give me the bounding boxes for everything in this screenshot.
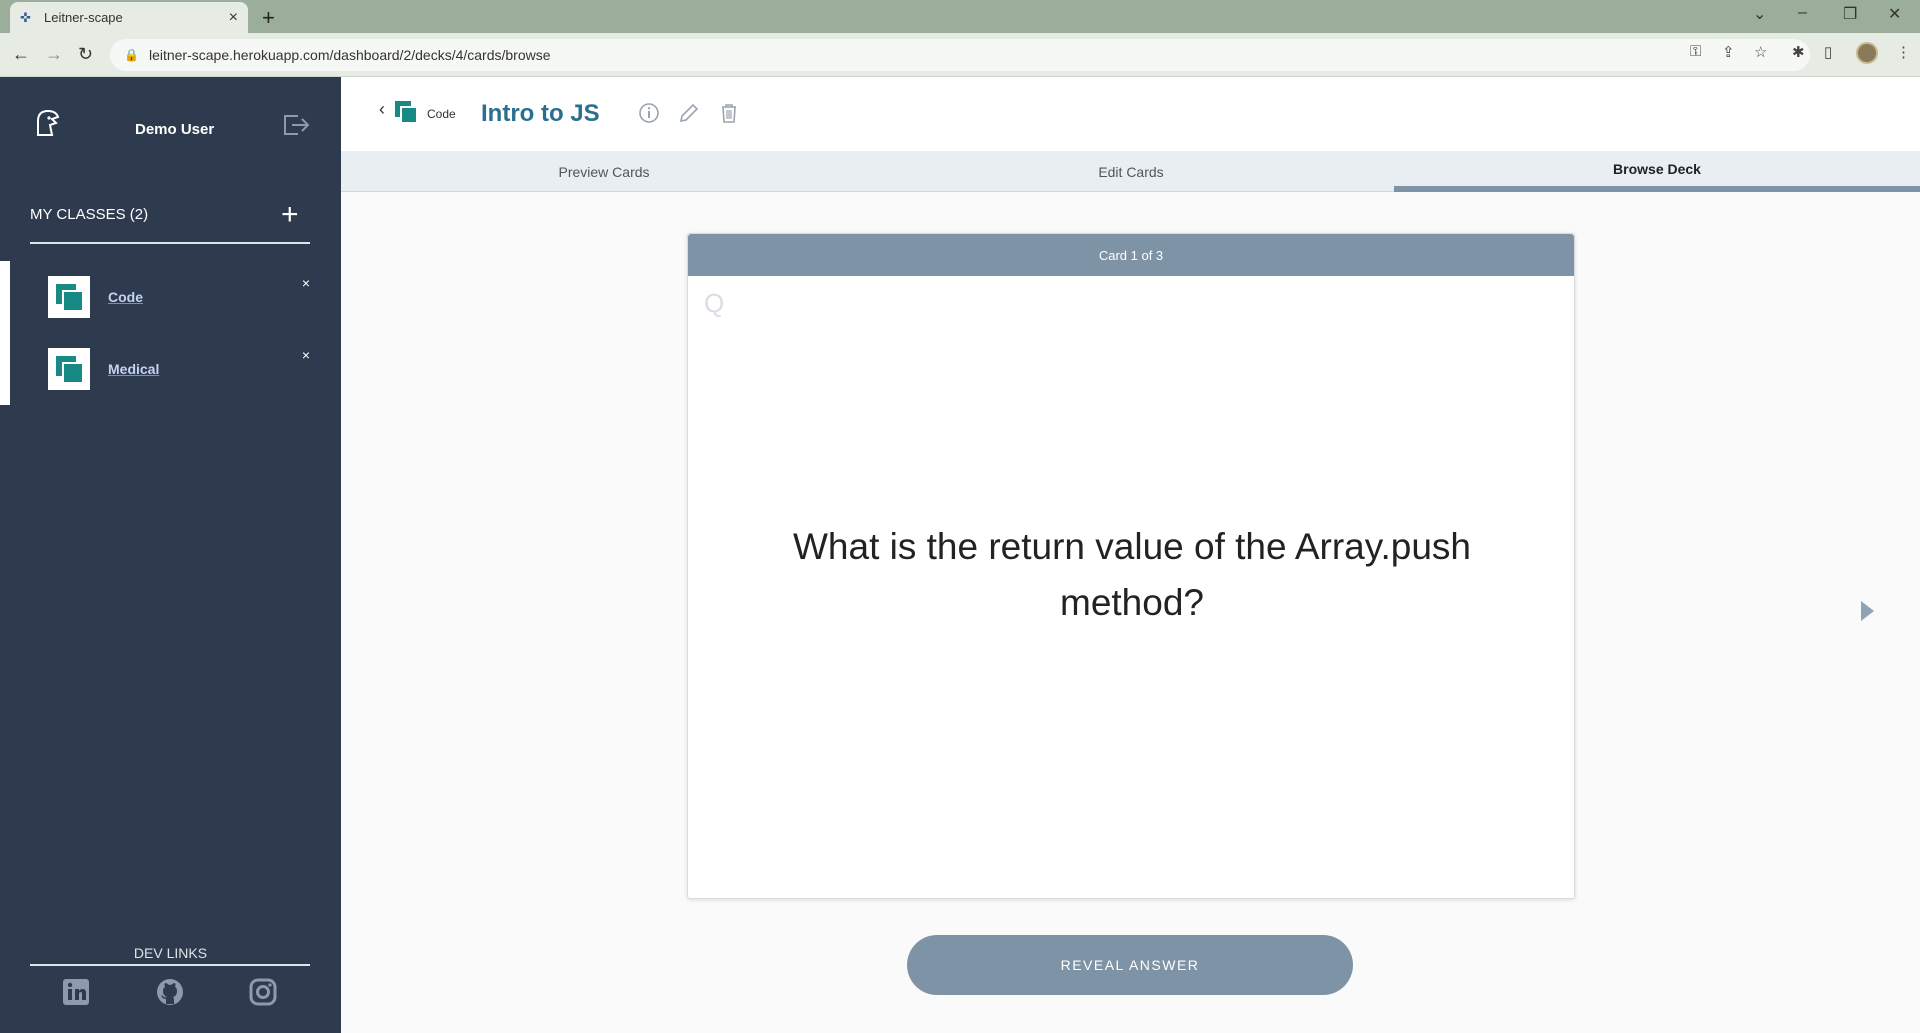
github-icon[interactable] <box>155 977 185 1007</box>
info-icon[interactable] <box>637 101 661 125</box>
browser-tab[interactable]: ✜ Leitner-scape × <box>10 2 248 33</box>
minimize-icon[interactable]: – <box>1798 4 1807 22</box>
class-icon <box>48 276 90 318</box>
url-field[interactable]: 🔒 leitner-scape.herokuapp.com/dashboard/… <box>110 39 1810 71</box>
instagram-icon[interactable] <box>248 977 278 1007</box>
site-favicon-icon: ✜ <box>20 9 31 25</box>
reload-icon[interactable]: ↻ <box>78 44 93 65</box>
tab-browse-deck[interactable]: Browse Deck <box>1394 151 1920 192</box>
restore-icon[interactable]: ❐ <box>1843 4 1857 24</box>
browser-menu-icon[interactable]: ⋮ <box>1896 43 1911 61</box>
class-name[interactable]: Medical <box>108 361 159 377</box>
app-logo-icon[interactable] <box>30 107 62 139</box>
class-icon <box>48 348 90 390</box>
url-text: leitner-scape.herokuapp.com/dashboard/2/… <box>148 47 551 63</box>
browser-tab-title: Leitner-scape <box>44 10 123 25</box>
tab-preview-cards[interactable]: Preview Cards <box>341 151 867 192</box>
key-icon[interactable]: ⚿ <box>1690 43 1701 60</box>
deck-tabs: Preview Cards Edit Cards Browse Deck <box>341 151 1920 192</box>
reveal-answer-button[interactable]: REVEAL ANSWER <box>907 935 1353 995</box>
username: Demo User <box>135 121 215 138</box>
bookmark-star-icon[interactable]: ☆ <box>1754 43 1767 61</box>
tab-edit-cards[interactable]: Edit Cards <box>868 151 1394 192</box>
new-tab-button[interactable]: + <box>262 5 275 31</box>
side-panel-icon[interactable]: ▯ <box>1824 43 1832 61</box>
logout-icon[interactable] <box>282 112 310 138</box>
sidebar-item-code[interactable]: Code × <box>48 275 318 319</box>
divider <box>30 964 310 966</box>
trash-icon[interactable] <box>717 101 741 125</box>
dev-links-label: DEV LINKS <box>133 945 208 961</box>
sidebar-item-medical[interactable]: Medical × <box>48 347 318 391</box>
browser-tab-strip: ✜ Leitner-scape × + ⌄ – ❐ ✕ <box>0 0 1920 33</box>
tab-search-icon[interactable]: ⌄ <box>1753 4 1766 24</box>
next-card-arrow-icon[interactable] <box>1861 601 1874 621</box>
profile-avatar[interactable] <box>1856 42 1878 64</box>
close-tab-icon[interactable]: × <box>229 9 238 27</box>
share-icon[interactable]: ⇪ <box>1722 43 1735 61</box>
main-content: ‹ Code Intro to JS Preview Cards Edit Ca… <box>341 77 1920 1033</box>
question-marker: Q <box>704 288 725 318</box>
add-class-button[interactable]: + <box>281 200 299 230</box>
close-window-icon[interactable]: ✕ <box>1888 4 1901 24</box>
deck-header: ‹ Code Intro to JS <box>341 77 1920 151</box>
extensions-icon[interactable]: ✱ <box>1792 43 1805 61</box>
class-name[interactable]: Code <box>108 289 143 305</box>
my-classes-heading: MY CLASSES (2) <box>30 206 149 223</box>
remove-class-icon[interactable]: × <box>302 347 310 363</box>
deck-title: Intro to JS <box>481 100 600 127</box>
active-indicator <box>0 261 10 405</box>
breadcrumb-class-label[interactable]: Code <box>427 107 456 121</box>
card-counter: Card 1 of 3 <box>688 234 1574 276</box>
remove-class-icon[interactable]: × <box>302 275 310 291</box>
back-chevron-icon[interactable]: ‹ <box>379 99 385 120</box>
address-bar-row: ← → ↻ 🔒 leitner-scape.herokuapp.com/dash… <box>0 33 1920 77</box>
divider <box>30 242 310 244</box>
linkedin-icon[interactable] <box>61 977 91 1007</box>
edit-pencil-icon[interactable] <box>677 101 701 125</box>
back-icon[interactable]: ← <box>12 44 30 65</box>
flashcard: Card 1 of 3 Q What is the return value o… <box>687 233 1575 899</box>
card-question-text: What is the return value of the Array.pu… <box>793 526 1471 623</box>
lock-icon: 🔒 <box>124 48 139 62</box>
forward-icon[interactable]: → <box>45 44 63 65</box>
sidebar: Demo User MY CLASSES (2) + Code × Medica… <box>0 77 341 1033</box>
class-icon[interactable] <box>393 99 419 125</box>
